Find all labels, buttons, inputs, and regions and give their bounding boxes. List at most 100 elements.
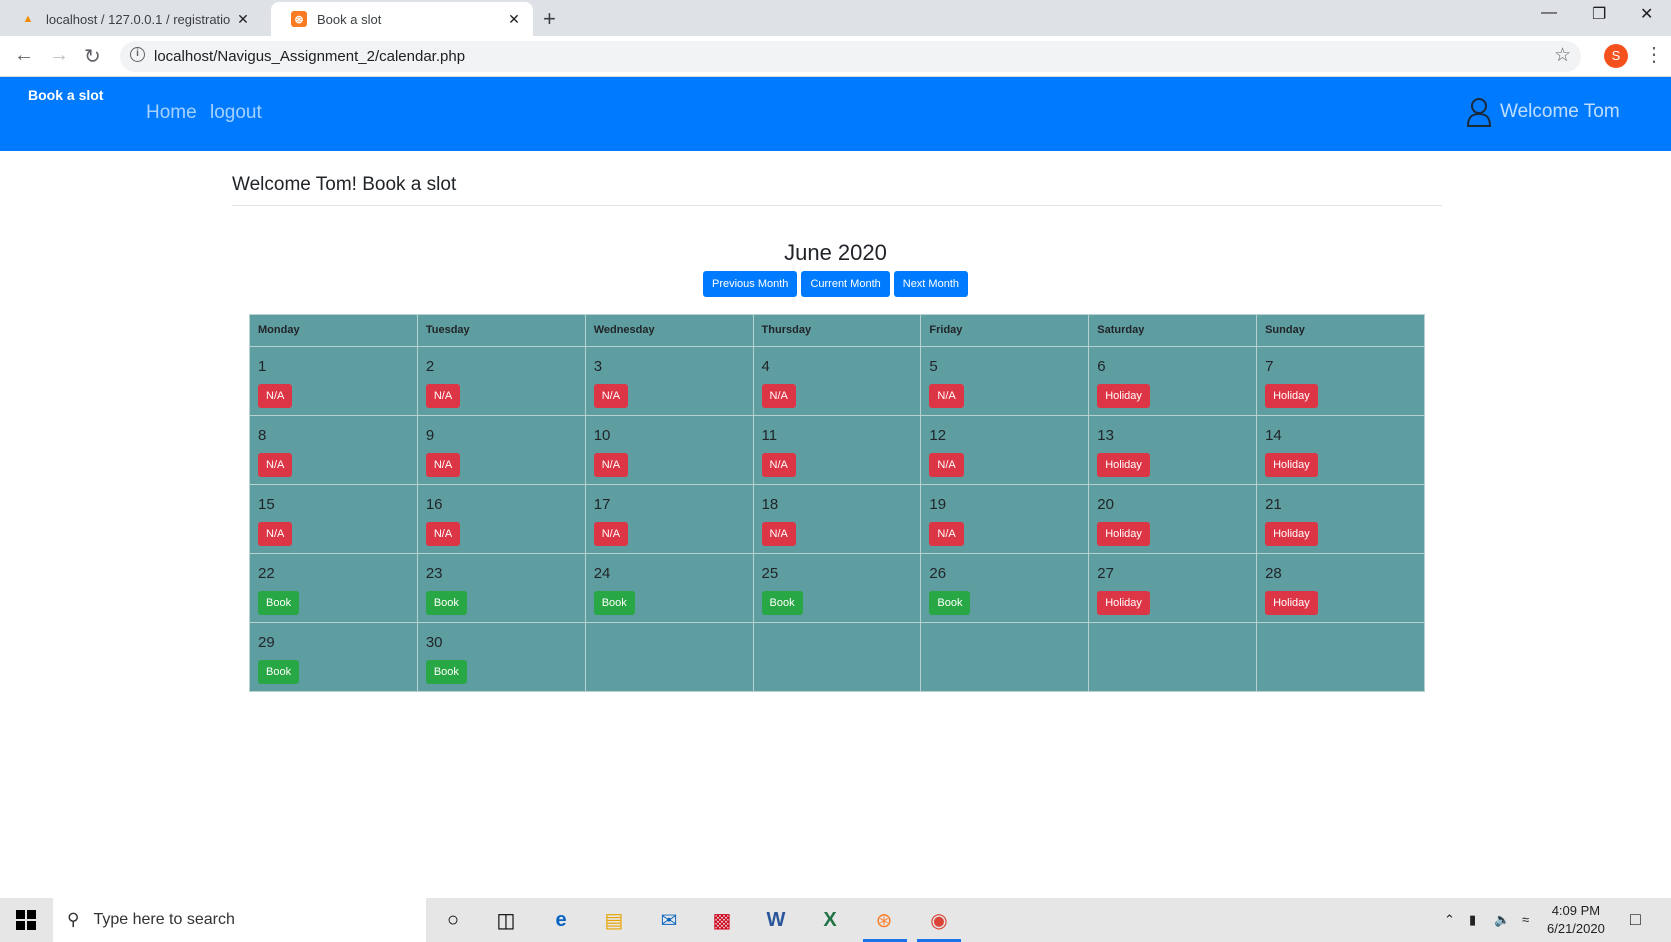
close-window-icon[interactable]: ✕ bbox=[1640, 4, 1653, 24]
next-month-button[interactable]: Next Month bbox=[893, 271, 968, 297]
notifications-icon[interactable]: □ bbox=[1630, 909, 1641, 930]
menu-dots-icon[interactable]: ⋮ bbox=[1644, 42, 1664, 67]
day-number: 21 bbox=[1265, 496, 1282, 513]
unavailable-badge[interactable]: N/A bbox=[929, 453, 964, 477]
windows-start-icon[interactable] bbox=[16, 910, 36, 930]
calendar-week-row: 1 N/A 2 N/A 3 N/A 4 N/A 5 N/A 6 Holiday 7 Holiday bbox=[249, 346, 1425, 416]
taskbar-search[interactable]: ⚲ Type here to search bbox=[53, 898, 426, 942]
calendar-week-row: 29 Book 30 Book bbox=[249, 622, 1425, 692]
edge-icon[interactable]: e bbox=[547, 906, 575, 934]
unavailable-badge[interactable]: N/A bbox=[258, 522, 293, 546]
user-icon bbox=[1466, 98, 1492, 127]
book-button[interactable]: Book bbox=[425, 591, 467, 615]
cortana-icon[interactable]: ○ bbox=[439, 906, 467, 934]
calendar-week-row: 15 N/A 16 N/A 17 N/A 18 N/A 19 N/A 20 Holiday 21 Holi… bbox=[249, 484, 1425, 554]
calendar-day-cell: 12 N/A bbox=[920, 415, 1090, 485]
calendar-table: Monday Tuesday Wednesday Thursday Friday… bbox=[249, 314, 1425, 692]
unavailable-badge[interactable]: N/A bbox=[929, 384, 964, 408]
holiday-badge[interactable]: Holiday bbox=[1097, 522, 1150, 546]
word-icon[interactable]: W bbox=[762, 906, 790, 934]
holiday-badge[interactable]: Holiday bbox=[1265, 453, 1318, 477]
unavailable-badge[interactable]: N/A bbox=[593, 384, 629, 408]
nav-home-link[interactable]: Home bbox=[146, 102, 197, 124]
welcome-text: Welcome Tom bbox=[1500, 101, 1620, 122]
book-button[interactable]: Book bbox=[593, 591, 635, 615]
site-navbar: Book a slot Home logout Welcome Tom bbox=[0, 77, 1671, 151]
info-icon[interactable]: i bbox=[130, 47, 145, 62]
unavailable-badge[interactable]: N/A bbox=[761, 384, 796, 408]
unavailable-badge[interactable]: N/A bbox=[425, 384, 461, 408]
back-icon[interactable]: ← bbox=[14, 44, 34, 67]
empty-day-cell bbox=[1256, 622, 1425, 692]
battery-icon[interactable]: ▮ bbox=[1469, 912, 1476, 928]
close-tab-icon[interactable]: ✕ bbox=[234, 11, 252, 28]
holiday-badge[interactable]: Holiday bbox=[1265, 522, 1318, 546]
unavailable-badge[interactable]: N/A bbox=[761, 453, 796, 477]
unavailable-badge[interactable]: N/A bbox=[258, 384, 293, 408]
calendar-day-cell: 5 N/A bbox=[920, 346, 1090, 416]
calendar-day-cell: 1 N/A bbox=[249, 346, 418, 416]
current-month-button[interactable]: Current Month bbox=[801, 271, 890, 297]
phpmyadmin-icon: ▲ bbox=[22, 13, 34, 25]
unavailable-badge[interactable]: N/A bbox=[761, 522, 796, 546]
address-bar[interactable]: i localhost/Navigus_Assignment_2/calenda… bbox=[120, 41, 1581, 72]
close-tab-icon[interactable]: ✕ bbox=[505, 11, 523, 28]
forward-icon[interactable]: → bbox=[49, 44, 69, 67]
volume-icon[interactable]: 🔈 bbox=[1494, 912, 1510, 928]
restore-icon[interactable]: ❐ bbox=[1592, 4, 1606, 24]
chrome-icon[interactable]: ◉ bbox=[925, 906, 953, 934]
new-tab-button[interactable]: + bbox=[543, 6, 556, 32]
calendar-day-cell: 20 Holiday bbox=[1088, 484, 1258, 554]
file-explorer-icon[interactable]: ▤ bbox=[600, 906, 628, 934]
previous-month-button[interactable]: Previous Month bbox=[703, 271, 798, 297]
weekday-header: Tuesday bbox=[416, 314, 586, 347]
book-button[interactable]: Book bbox=[258, 660, 300, 684]
gift-icon[interactable]: ▩ bbox=[708, 906, 736, 934]
unavailable-badge[interactable]: N/A bbox=[258, 453, 293, 477]
tab-book-a-slot[interactable]: ⊛ Book a slot ✕ bbox=[271, 2, 533, 36]
weekday-header: Saturday bbox=[1088, 314, 1258, 347]
profile-avatar[interactable]: S bbox=[1604, 44, 1628, 68]
minimize-icon[interactable]: — bbox=[1541, 4, 1557, 22]
holiday-badge[interactable]: Holiday bbox=[1097, 453, 1150, 477]
holiday-badge[interactable]: Holiday bbox=[1265, 591, 1318, 615]
unavailable-badge[interactable]: N/A bbox=[425, 522, 461, 546]
clock-time: 4:09 PM bbox=[1551, 903, 1601, 918]
book-button[interactable]: Book bbox=[761, 591, 803, 615]
book-button[interactable]: Book bbox=[258, 591, 300, 615]
calendar-day-cell: 18 N/A bbox=[752, 484, 922, 554]
holiday-badge[interactable]: Holiday bbox=[1265, 384, 1318, 408]
wifi-icon[interactable]: ≈ bbox=[1522, 912, 1529, 927]
unavailable-badge[interactable]: N/A bbox=[593, 522, 629, 546]
day-number: 4 bbox=[761, 358, 770, 375]
unavailable-badge[interactable]: N/A bbox=[929, 522, 964, 546]
excel-icon[interactable]: X bbox=[816, 906, 844, 934]
calendar-day-cell: 28 Holiday bbox=[1256, 553, 1425, 623]
nav-logout-link[interactable]: logout bbox=[210, 102, 262, 124]
unavailable-badge[interactable]: N/A bbox=[425, 453, 461, 477]
weekday-header-row: Monday Tuesday Wednesday Thursday Friday… bbox=[249, 314, 1425, 347]
day-number: 26 bbox=[929, 565, 947, 582]
empty-day-cell bbox=[920, 622, 1090, 692]
bookmark-star-icon[interactable]: ☆ bbox=[1554, 44, 1571, 67]
reload-icon[interactable]: ↻ bbox=[84, 44, 101, 69]
task-view-icon[interactable]: ◫ bbox=[492, 906, 520, 934]
month-heading: June 2020 bbox=[784, 240, 887, 265]
welcome-user[interactable]: Welcome Tom bbox=[1466, 97, 1620, 127]
holiday-badge[interactable]: Holiday bbox=[1097, 384, 1150, 408]
tab-phpmyadmin[interactable]: ▲ localhost / 127.0.0.1 / registratio ✕ bbox=[0, 2, 262, 36]
day-number: 12 bbox=[929, 427, 947, 444]
system-clock[interactable]: 4:09 PM 6/21/2020 bbox=[1547, 902, 1605, 938]
calendar-day-cell: 6 Holiday bbox=[1088, 346, 1258, 416]
calendar-day-cell: 13 Holiday bbox=[1088, 415, 1258, 485]
browser-tab-bar: ▲ localhost / 127.0.0.1 / registratio ✕ … bbox=[0, 0, 1671, 36]
chevron-up-icon[interactable]: ⌃ bbox=[1444, 912, 1455, 928]
mail-icon[interactable]: ✉ bbox=[655, 906, 683, 934]
book-button[interactable]: Book bbox=[425, 660, 467, 684]
holiday-badge[interactable]: Holiday bbox=[1097, 591, 1150, 615]
weekday-header: Thursday bbox=[752, 314, 922, 347]
brand-link[interactable]: Book a slot bbox=[28, 87, 103, 103]
book-button[interactable]: Book bbox=[929, 591, 971, 615]
unavailable-badge[interactable]: N/A bbox=[593, 453, 629, 477]
xampp-taskbar-icon[interactable]: ⊛ bbox=[870, 906, 898, 934]
